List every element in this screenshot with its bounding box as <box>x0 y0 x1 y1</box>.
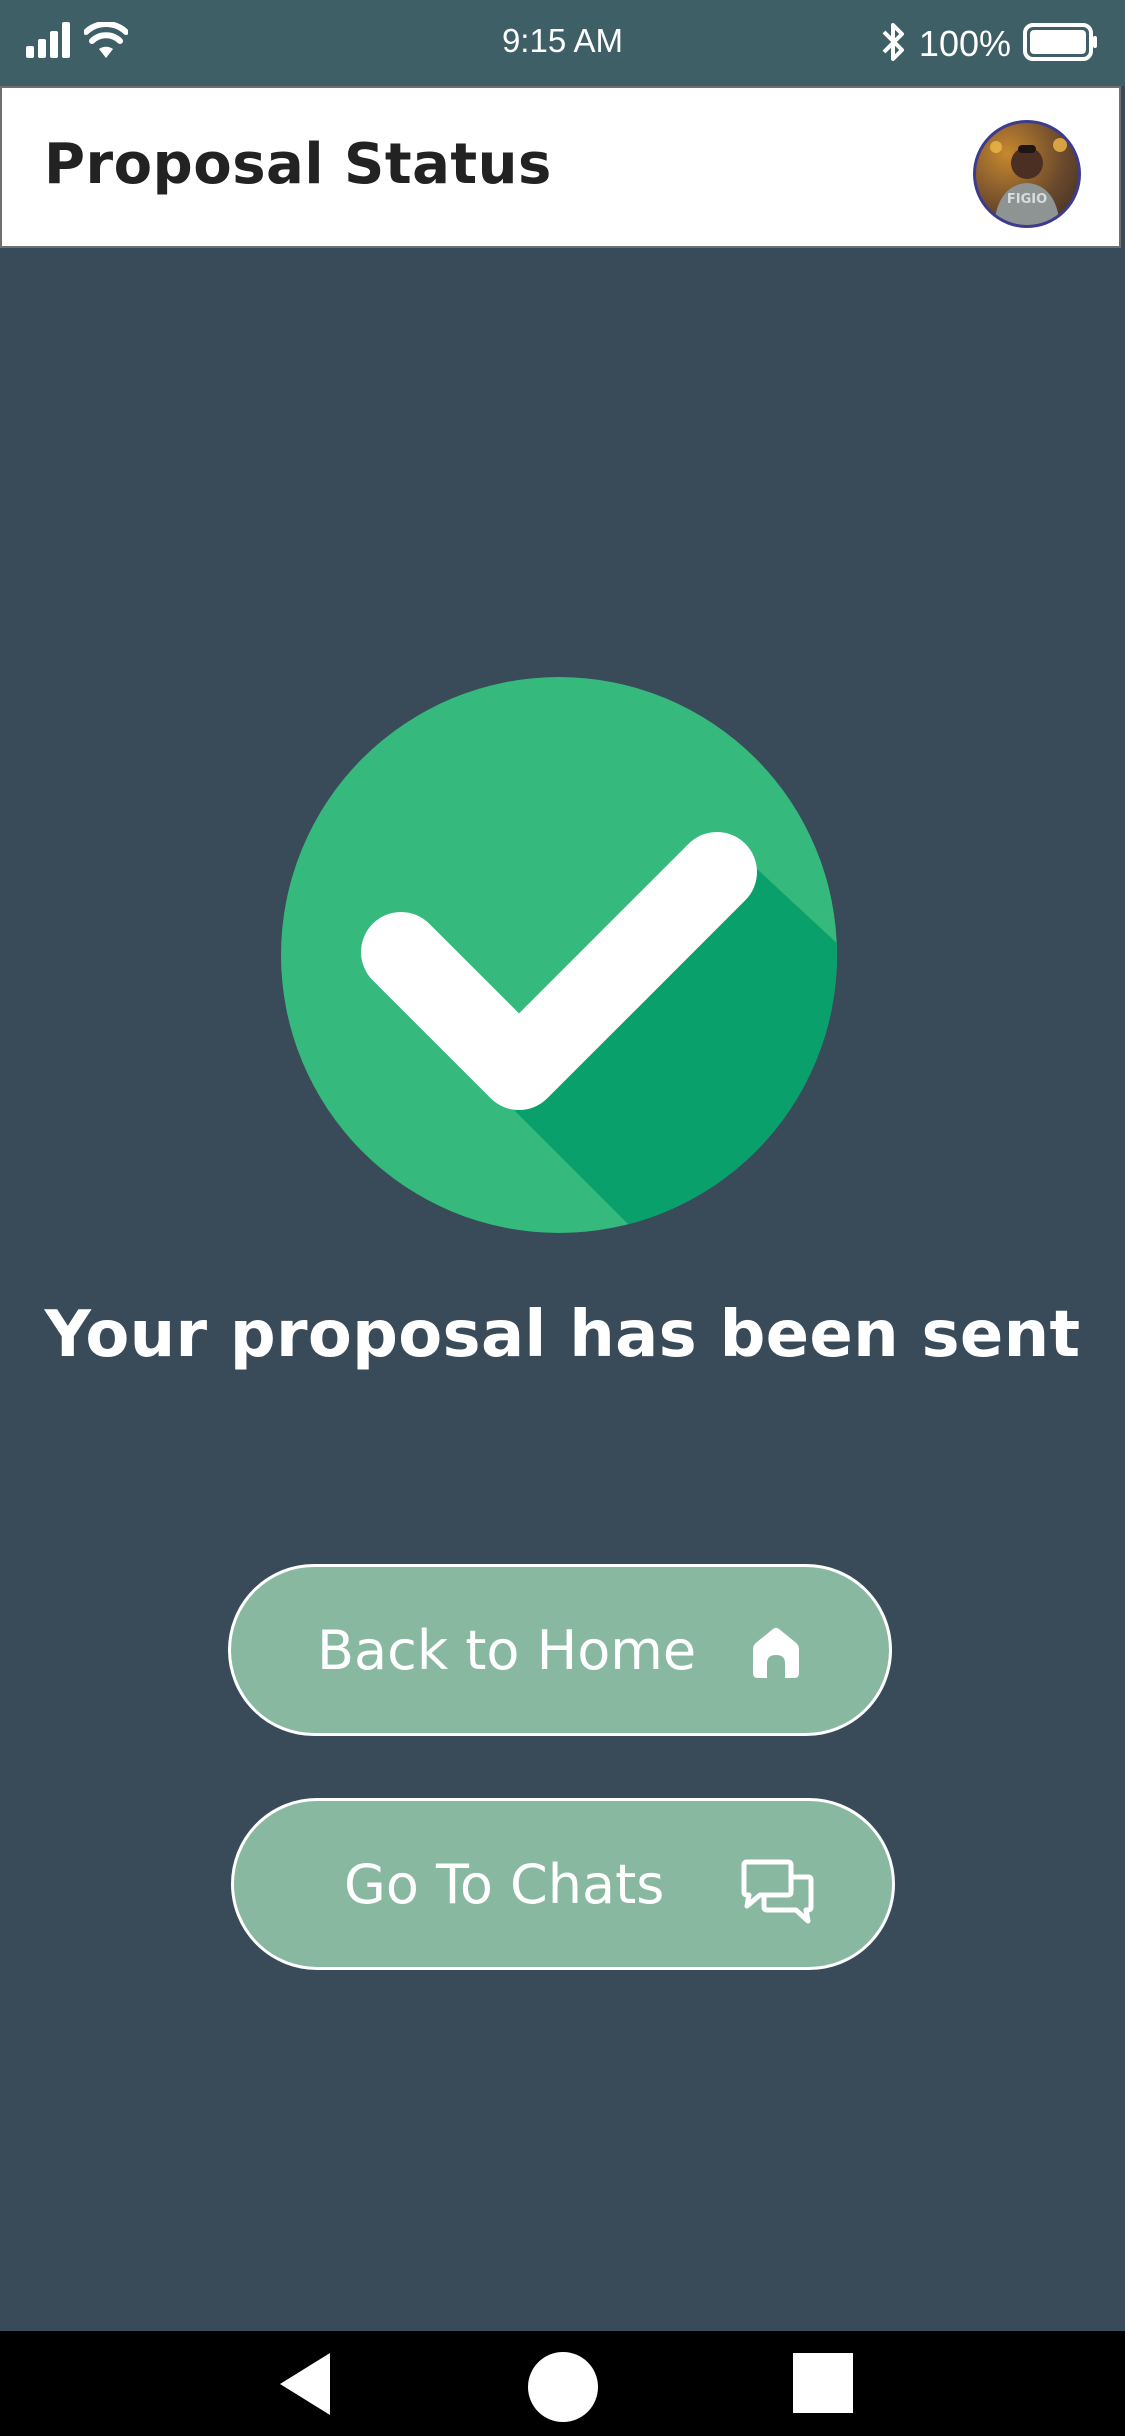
recent-square-icon[interactable] <box>792 2351 854 2419</box>
page-title: Proposal Status <box>44 132 552 197</box>
check-circle-icon <box>281 677 837 1233</box>
back-triangle-icon[interactable] <box>278 2351 334 2421</box>
status-bar: 9:15 AM 100% <box>0 0 1125 86</box>
battery-percent: 100% <box>918 23 1011 64</box>
proposal-status-screen: 9:15 AM 100% Proposal Status FIGIO Your … <box>0 0 1125 2436</box>
home-icon <box>747 1623 805 1685</box>
home-circle-icon[interactable] <box>527 2351 599 2427</box>
chat-bubbles-icon <box>740 1859 816 1929</box>
navigation-bar <box>0 2331 1125 2436</box>
bluetooth-icon <box>881 20 907 68</box>
go-to-chats-label: Go To Chats <box>344 1853 665 1916</box>
battery-icon <box>1023 22 1099 66</box>
avatar-text: FIGIO <box>1007 192 1047 207</box>
back-to-home-label: Back to Home <box>317 1619 697 1682</box>
success-message: Your proposal has been sent <box>44 1298 1081 1372</box>
go-to-chats-button[interactable]: Go To Chats <box>231 1798 895 1970</box>
back-to-home-button[interactable]: Back to Home <box>228 1564 892 1736</box>
app-header: Proposal Status FIGIO <box>0 86 1121 248</box>
status-right-icons: 100% <box>881 20 1099 68</box>
avatar[interactable]: FIGIO <box>973 120 1081 228</box>
